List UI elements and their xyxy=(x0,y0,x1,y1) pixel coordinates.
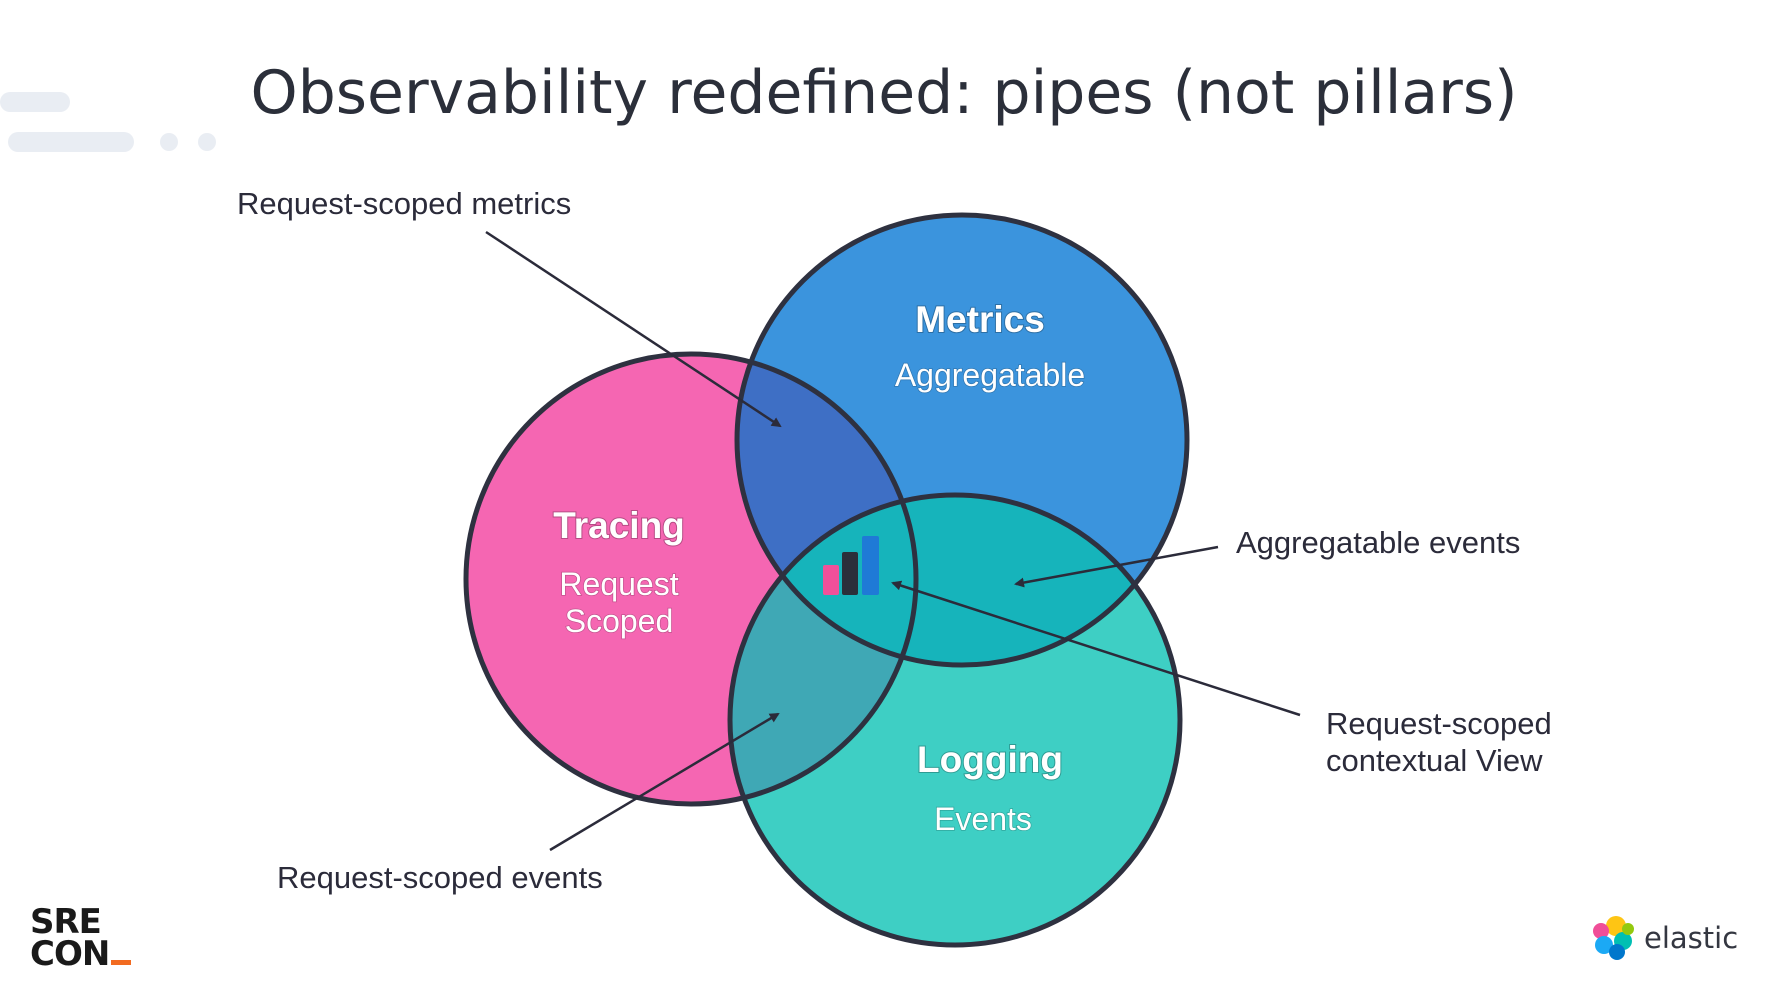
logging-subtitle: Events xyxy=(934,801,1032,837)
srecon-underscore xyxy=(111,960,132,965)
tracing-subtitle-line1: Request xyxy=(559,566,678,602)
callout-request-scoped-events: Request-scoped events xyxy=(277,860,603,895)
elastic-logo-icon xyxy=(1593,916,1634,960)
elastic-logo: elastic xyxy=(1590,915,1738,961)
elastic-wordmark: elastic xyxy=(1644,921,1739,955)
logging-title: Logging xyxy=(917,739,1063,780)
srecon-logo-line2: CON xyxy=(30,934,110,974)
callout-request-scoped-metrics: Request-scoped metrics xyxy=(237,186,571,221)
srecon-logo: SRE CON xyxy=(30,905,132,971)
callout-request-scoped-view-line2: contextual View xyxy=(1326,743,1543,778)
tracing-subtitle-line2: Scoped xyxy=(565,603,674,639)
tracing-title: Tracing xyxy=(553,505,685,546)
callout-request-scoped-view-line1: Request-scoped xyxy=(1326,706,1552,741)
callout-aggregatable-events: Aggregatable events xyxy=(1236,525,1520,560)
slide: Observability redefined: pipes (not pill… xyxy=(0,0,1768,995)
venn-diagram: Metrics Aggregatable Tracing Request Sco… xyxy=(237,186,1552,948)
metrics-subtitle: Aggregatable xyxy=(895,357,1085,393)
metrics-title: Metrics xyxy=(915,299,1045,340)
